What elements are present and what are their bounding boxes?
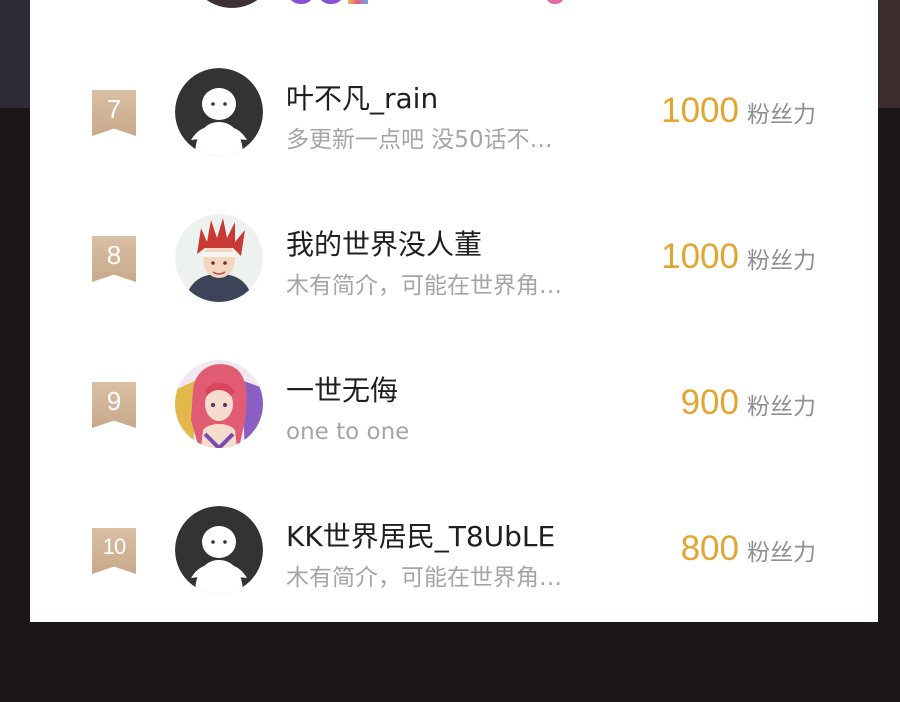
user-name[interactable]: 一世无侮 bbox=[286, 373, 398, 409]
rank-badge: 10 bbox=[92, 528, 136, 574]
user-description: 木有简介，可能在世界角… bbox=[286, 565, 562, 591]
fans-ranking-panel: 7 叶不凡_rain 多更新一点吧 没50话不… 1000 粉丝力 8 我的世界… bbox=[30, 0, 878, 622]
user-description: one to one bbox=[286, 419, 410, 445]
avatar[interactable] bbox=[175, 214, 263, 302]
previous-row-avatar[interactable] bbox=[188, 0, 276, 8]
fan-power-score: 800 粉丝力 bbox=[681, 529, 816, 569]
user-description: 多更新一点吧 没50话不… bbox=[286, 127, 553, 153]
anime-pink-hair-avatar bbox=[175, 360, 263, 448]
score-unit: 粉丝力 bbox=[747, 540, 816, 566]
score-value: 1000 bbox=[661, 91, 739, 130]
rainbow-badge-icon bbox=[348, 0, 368, 4]
avatar[interactable] bbox=[175, 360, 263, 448]
list-item[interactable]: 10 KK世界居民_T8UbLE 木有简介，可能在世界角… 800 粉丝力 bbox=[30, 493, 878, 639]
score-unit: 粉丝力 bbox=[747, 248, 816, 274]
score-value: 1000 bbox=[661, 237, 739, 276]
rank-badge: 7 bbox=[92, 90, 136, 136]
score-unit: 粉丝力 bbox=[747, 394, 816, 420]
fan-power-score: 1000 粉丝力 bbox=[661, 91, 816, 131]
list-item[interactable]: 7 叶不凡_rain 多更新一点吧 没50话不… 1000 粉丝力 bbox=[30, 55, 878, 201]
previous-row-badges bbox=[288, 0, 368, 4]
score-value: 900 bbox=[680, 383, 739, 422]
user-name[interactable]: 我的世界没人董 bbox=[286, 227, 482, 263]
badge-icon bbox=[288, 0, 314, 4]
score-value: 800 bbox=[680, 529, 739, 568]
anime-red-hair-avatar bbox=[175, 214, 263, 302]
user-name[interactable]: 叶不凡_rain bbox=[286, 81, 438, 117]
fan-power-score: 1000 粉丝力 bbox=[661, 237, 816, 277]
avatar[interactable] bbox=[175, 506, 263, 594]
heart-icon bbox=[546, 0, 564, 4]
avatar[interactable] bbox=[175, 68, 263, 156]
user-description: 木有简介，可能在世界角… bbox=[286, 273, 562, 299]
user-name[interactable]: KK世界居民_T8UbLE bbox=[286, 519, 555, 555]
score-unit: 粉丝力 bbox=[747, 102, 816, 128]
list-item[interactable]: 9 一世无侮 one to one 900 粉丝力 bbox=[30, 347, 878, 493]
fan-power-score: 900 粉丝力 bbox=[681, 383, 816, 423]
badge-icon bbox=[318, 0, 344, 4]
list-item[interactable]: 8 我的世界没人董 木有简介，可能在世界角… 1000 粉丝力 bbox=[30, 201, 878, 347]
default-avatar-icon bbox=[175, 68, 263, 156]
rank-badge: 9 bbox=[92, 382, 136, 428]
rank-badge: 8 bbox=[92, 236, 136, 282]
default-avatar-icon bbox=[175, 506, 263, 594]
